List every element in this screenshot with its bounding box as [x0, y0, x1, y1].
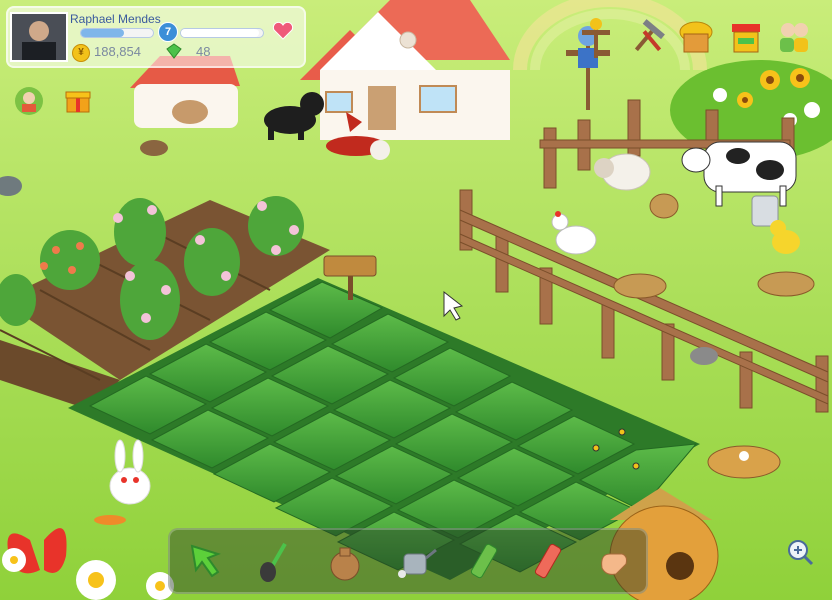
pesticide-tube-icon — [534, 543, 562, 579]
pesticide-tool[interactable] — [524, 538, 570, 584]
coins-value: 188,854 — [94, 44, 141, 59]
watering-can-tool[interactable] — [392, 538, 438, 584]
market-button[interactable] — [726, 16, 766, 60]
energy-bar-fill — [181, 29, 259, 37]
food-bowl — [140, 140, 168, 156]
friends-icon — [780, 23, 808, 52]
glove-tool[interactable] — [592, 538, 638, 584]
shop-button[interactable] — [676, 16, 716, 60]
shovel-icon — [260, 542, 287, 582]
heart-icon[interactable] — [272, 21, 294, 41]
glove-icon — [601, 553, 627, 575]
coin-icon: ¥ — [72, 44, 90, 62]
tool-bar — [168, 528, 648, 594]
arrow-cursor-icon — [190, 544, 222, 578]
xp-bar-fill — [81, 29, 125, 37]
shovel-tool[interactable] — [252, 538, 298, 584]
market-stall-icon — [732, 24, 760, 53]
scarecrow-icon — [582, 18, 610, 58]
fertilizer-tube-icon — [470, 543, 498, 579]
basket[interactable] — [649, 193, 679, 219]
xp-bar — [80, 28, 154, 38]
farm-scene — [0, 0, 832, 600]
gem-icon — [166, 43, 182, 59]
player-avatar[interactable] — [10, 12, 68, 62]
seed-bag-icon — [330, 547, 360, 581]
avatar-photo — [12, 14, 66, 60]
scarecrow-button[interactable] — [576, 16, 616, 60]
player-name: Raphael Mendes — [70, 12, 161, 26]
seed-bag-tool[interactable] — [322, 538, 368, 584]
mole[interactable] — [690, 347, 718, 365]
neighbor-avatar-icon[interactable] — [14, 86, 44, 116]
gift-icon[interactable] — [64, 86, 92, 114]
gems-value: 48 — [196, 44, 211, 59]
cursor-tool[interactable] — [182, 538, 228, 584]
friends-button[interactable] — [774, 16, 814, 60]
watering-can-icon — [398, 548, 437, 578]
level-badge: 7 — [158, 22, 178, 42]
hut-icon — [679, 21, 713, 53]
zoom-in-icon[interactable] — [786, 538, 814, 566]
energy-bar — [180, 28, 264, 38]
carrot — [94, 515, 126, 525]
tools-button[interactable] — [628, 16, 668, 60]
hammer-icon — [634, 19, 665, 52]
fertilizer-tool[interactable] — [460, 538, 506, 584]
